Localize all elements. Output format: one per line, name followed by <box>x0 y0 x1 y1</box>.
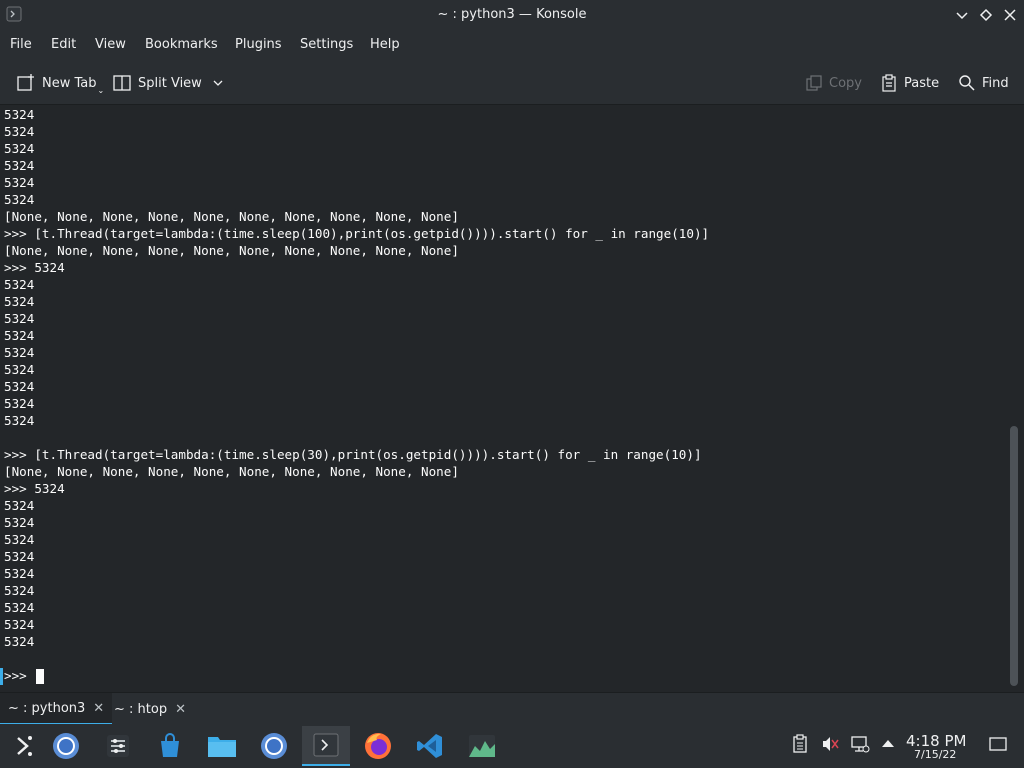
split-view-icon <box>113 75 131 91</box>
terminal-line: 5324 <box>4 583 35 598</box>
show-desktop-icon[interactable] <box>988 734 1008 758</box>
terminal-line: 5324 <box>4 379 35 394</box>
terminal-line: 5324 <box>4 345 35 360</box>
menu-bookmarks[interactable]: Bookmarks <box>145 37 218 52</box>
terminal-line: 5324 <box>4 192 35 207</box>
terminal-line: 5324 <box>4 413 35 428</box>
terminal-line: 5324 <box>4 124 35 139</box>
new-tab-icon <box>17 74 34 91</box>
system-settings-icon[interactable] <box>94 726 142 766</box>
close-icon[interactable] <box>1001 6 1019 24</box>
menu-help[interactable]: Help <box>370 37 400 52</box>
paste-button[interactable]: Paste <box>880 72 939 94</box>
terminal-line: 5324 <box>4 294 35 309</box>
paste-icon <box>882 74 896 92</box>
app-launcher-icon[interactable] <box>0 726 48 766</box>
terminal-line: 5324 <box>4 328 35 343</box>
tab-label: ~ : python3 <box>8 700 86 716</box>
terminal-line: [None, None, None, None, None, None, Non… <box>4 209 459 224</box>
copy-icon <box>806 75 822 91</box>
search-icon <box>959 75 975 91</box>
expand-tray-icon[interactable] <box>880 734 896 758</box>
tab-python3[interactable]: ~ : python3 ✕ <box>0 693 113 725</box>
scrollbar-thumb[interactable] <box>1010 426 1018 686</box>
close-icon[interactable]: ✕ <box>93 701 104 716</box>
menu-settings[interactable]: Settings <box>300 37 353 52</box>
menu-view[interactable]: View <box>95 37 126 52</box>
terminal-line: 5324 <box>4 634 35 649</box>
text-cursor <box>36 669 44 684</box>
find-button[interactable]: Find <box>958 72 1009 94</box>
terminal-line: 5324 <box>4 498 35 513</box>
terminal-line: 5324 <box>4 141 35 156</box>
chevron-down-icon[interactable] <box>212 77 224 89</box>
terminal-line: >>> [t.Thread(target=lambda:(time.sleep(… <box>4 447 702 462</box>
clock-date[interactable]: 7/15/22 <box>914 748 956 761</box>
terminal-view[interactable]: 5324 5324 5324 5324 5324 5324 [None, Non… <box>0 105 1005 692</box>
toolbar: New Tab ⌄ Split View Copy Paste Find <box>0 60 1024 105</box>
terminal-line: 5324 <box>4 566 35 581</box>
firefox-icon[interactable] <box>354 726 402 766</box>
taskbar <box>0 724 1024 768</box>
menu-file[interactable]: File <box>10 37 32 52</box>
terminal-line: [None, None, None, None, None, None, Non… <box>4 243 459 258</box>
tab-bar: ~ : python3 ✕ ~ : htop ✕ <box>0 692 1024 725</box>
title-bar: ~ : python3 — Konsole <box>0 0 1024 30</box>
minimize-icon[interactable] <box>953 6 971 24</box>
terminal-line: >>> 5324 <box>4 481 65 496</box>
split-view-label: Split View <box>138 75 202 91</box>
chromium-icon[interactable] <box>42 726 90 766</box>
terminal-line: 5324 <box>4 532 35 547</box>
terminal-line: 5324 <box>4 311 35 326</box>
tab-label: ~ : htop <box>114 701 168 717</box>
chromium-icon[interactable] <box>250 726 298 766</box>
menu-bar: File Edit View Bookmarks Plugins Setting… <box>0 30 1024 60</box>
close-icon[interactable]: ✕ <box>175 702 186 717</box>
copy-button[interactable]: Copy <box>805 72 862 94</box>
tab-htop[interactable]: ~ : htop ✕ <box>106 693 194 725</box>
menu-plugins[interactable]: Plugins <box>235 37 282 52</box>
terminal-line: 5324 <box>4 600 35 615</box>
volume-muted-icon[interactable] <box>820 734 840 758</box>
dolphin-files-icon[interactable] <box>198 726 246 766</box>
new-tab-button[interactable]: New Tab ⌄ <box>16 72 105 95</box>
discover-store-icon[interactable] <box>146 726 194 766</box>
terminal-line: 5324 <box>4 549 35 564</box>
new-tab-label: New Tab <box>42 75 97 91</box>
prompt-marker <box>0 668 3 685</box>
terminal-line: 5324 <box>4 158 35 173</box>
terminal-line: 5324 <box>4 396 35 411</box>
terminal-line: 5324 <box>4 515 35 530</box>
terminal-prompt-line: >>> <box>4 668 35 683</box>
find-label: Find <box>982 75 1009 91</box>
terminal-line: [None, None, None, None, None, None, Non… <box>4 464 459 479</box>
terminal-line: 5324 <box>4 362 35 377</box>
konsole-icon[interactable] <box>302 726 350 766</box>
split-view-button[interactable]: Split View <box>112 72 230 94</box>
window-title: ~ : python3 — Konsole <box>437 7 587 22</box>
system-monitor-icon[interactable] <box>458 726 506 766</box>
terminal-line: 5324 <box>4 107 35 122</box>
terminal-line: 5324 <box>4 175 35 190</box>
terminal-line: >>> [t.Thread(target=lambda:(time.sleep(… <box>4 226 710 241</box>
terminal-line: >>> 5324 <box>4 260 65 275</box>
terminal-line: 5324 <box>4 617 35 632</box>
vscode-icon[interactable] <box>406 726 454 766</box>
terminal-line: 5324 <box>4 277 35 292</box>
chevron-down-icon: ⌄ <box>97 85 105 95</box>
network-icon[interactable] <box>850 734 870 758</box>
paste-label: Paste <box>904 75 940 91</box>
clipboard-icon[interactable] <box>792 734 808 758</box>
copy-label: Copy <box>829 75 862 91</box>
menu-edit[interactable]: Edit <box>51 37 76 52</box>
maximize-icon[interactable] <box>977 6 995 24</box>
